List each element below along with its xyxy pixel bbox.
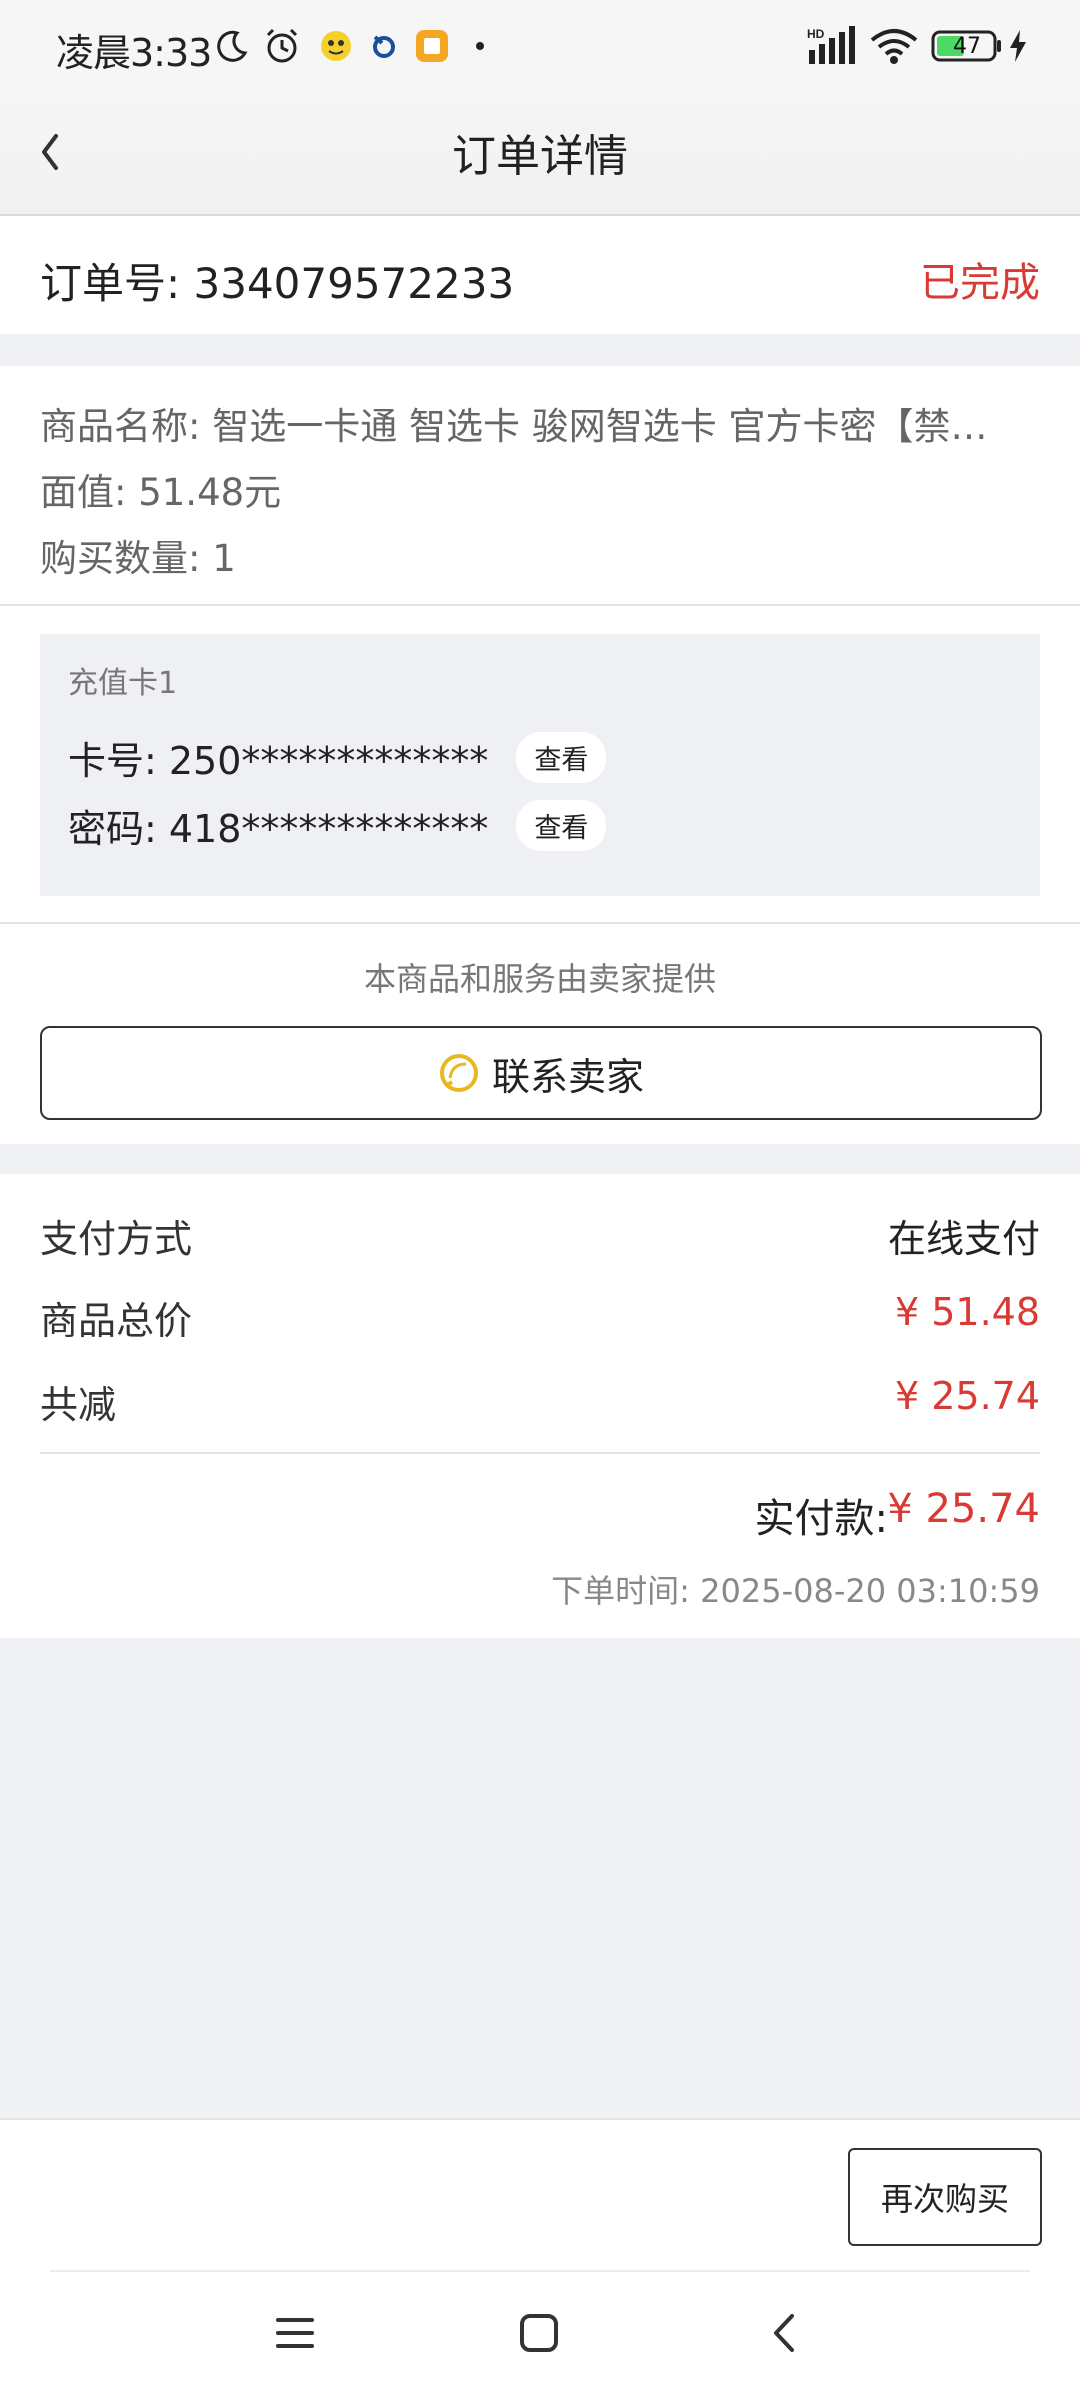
app-notification-icon <box>412 26 452 66</box>
divider <box>50 2270 1030 2272</box>
payment-method-label: 支付方式 <box>40 1217 193 1261</box>
seller-section: 本商品和服务由卖家提供 联系卖家 <box>0 924 1080 1144</box>
chat-bubble-icon <box>439 1054 478 1092</box>
discount-label: 共减 <box>40 1383 117 1427</box>
goods-total-label: 商品总价 <box>40 1299 193 1343</box>
card-password: 密码: 418************* <box>68 807 489 851</box>
page-title: 订单详情 <box>452 131 628 182</box>
view-card-number-button[interactable]: 查看 <box>516 732 607 783</box>
recharge-card: 充值卡1 卡号: 250************* 查看 密码: 418****… <box>40 634 1040 896</box>
divider <box>40 1452 1040 1454</box>
view-card-password-button[interactable]: 查看 <box>516 800 607 851</box>
card-number-row: 卡号: 250************* 查看 <box>68 730 607 785</box>
wifi-icon <box>868 26 920 66</box>
recharge-card-title: 充值卡1 <box>68 666 178 701</box>
app-notification-icon <box>316 26 356 66</box>
order-number: 订单号: 334079572233 <box>40 259 515 308</box>
moon-icon <box>212 26 252 66</box>
order-header: 订单号: 334079572233 已完成 <box>0 216 1080 334</box>
home-icon <box>520 2314 558 2352</box>
card-number: 卡号: 250************* <box>68 739 489 783</box>
discount-value: ¥ 25.74 <box>894 1374 1040 1418</box>
app-notification-icon <box>364 26 404 66</box>
svg-text:HD: HD <box>807 27 825 41</box>
bottom-action-bar: 再次购买 <box>0 2118 1080 2402</box>
order-time: 下单时间: 2025-08-20 03:10:59 <box>551 1572 1040 1610</box>
order-status-badge: 已完成 <box>920 260 1040 306</box>
charging-icon <box>1006 26 1030 66</box>
goods-info-section: 商品名称: 智选一卡通 智选卡 骏网智选卡 官方卡密【禁… 面值: 51.48元… <box>0 366 1080 606</box>
contact-seller-label: 联系卖家 <box>491 1054 644 1099</box>
menu-button[interactable] <box>272 2310 318 2360</box>
seller-note: 本商品和服务由卖家提供 <box>363 960 716 998</box>
menu-icon <box>276 2318 314 2348</box>
system-back-button[interactable] <box>762 2310 808 2360</box>
signal-icon: HD <box>804 26 860 66</box>
status-time: 凌晨3:33 <box>56 31 212 75</box>
back-arrow-icon <box>774 2314 794 2352</box>
goods-name: 商品名称: 智选一卡通 智选卡 骏网智选卡 官方卡密【禁… <box>40 405 988 448</box>
payment-section: 支付方式 在线支付 商品总价 ¥ 51.48 共减 ¥ 25.74 实付款: ¥… <box>0 1174 1080 1638</box>
status-bar: 凌晨3:33 HD 47 <box>0 0 1080 90</box>
top-nav-bar: 订单详情 <box>0 90 1080 216</box>
rebuy-button[interactable]: 再次购买 <box>848 2148 1042 2246</box>
recharge-card-section: 充值卡1 卡号: 250************* 查看 密码: 418****… <box>0 606 1080 924</box>
battery-level: 47 <box>953 34 981 59</box>
alarm-icon <box>260 26 304 66</box>
paid-amount-value: ¥ 25.74 <box>887 1486 1040 1532</box>
goods-quantity: 购买数量: 1 <box>40 537 236 580</box>
payment-method-value: 在线支付 <box>887 1217 1040 1261</box>
contact-seller-button[interactable]: 联系卖家 <box>40 1026 1042 1120</box>
goods-face-value: 面值: 51.48元 <box>40 471 282 514</box>
home-button[interactable] <box>516 2310 562 2360</box>
more-notifications-icon <box>470 26 490 66</box>
goods-total-value: ¥ 51.48 <box>894 1290 1040 1334</box>
card-password-row: 密码: 418************* 查看 <box>68 798 607 853</box>
paid-amount-label: 实付款: <box>754 1496 888 1542</box>
